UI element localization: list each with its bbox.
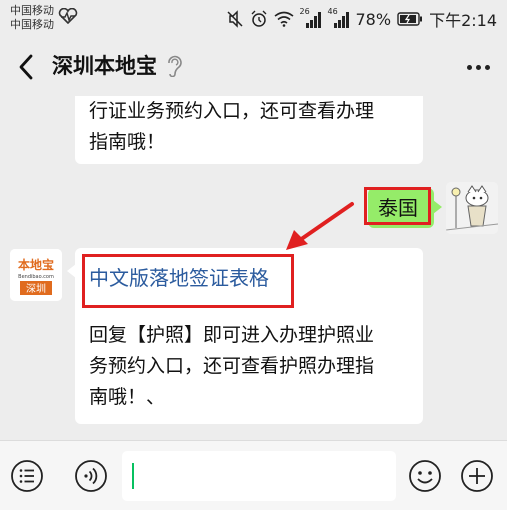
signal-2: 46 [328,7,350,28]
emoji-icon[interactable] [408,459,442,493]
user-avatar[interactable] [446,182,498,234]
message-1-line-1: 行证业务预约入口，还可查看办理 [89,100,375,122]
ear-icon [168,55,182,77]
back-icon[interactable] [14,52,40,82]
menu-list-icon[interactable] [10,459,44,493]
carrier-1: 中国移动 [10,4,54,17]
user-avatar-illustration [446,182,498,234]
wifi-icon [274,11,293,27]
signal-bars-icon [333,12,349,28]
page-title: 深圳本地宝 [52,54,157,78]
mute-icon [226,10,243,28]
status-icons: 26 46 78% 下午2:14 [226,7,497,30]
message-bubble-1: 行证业务预约入口，还可查看办理 指南哦！ [75,96,423,164]
status-bar: 中国移动 中国移动 26 46 78% 下午2:14 [0,0,507,38]
battery-icon [397,12,423,26]
svg-text:Bendibao.com: Bendibao.com [18,274,54,280]
highlight-box-link [82,254,294,308]
clock: 下午2:14 [429,11,497,30]
chat-header: 深圳本地宝 [0,38,507,96]
message-2-body: 回复【护照】即可进入办理护照业 务预约入口，还可查看护照办理指 南哦！、 [89,320,414,413]
message-2-line-1: 回复【护照】即可进入办理护照业 [89,324,375,346]
text-caret [132,463,134,489]
input-bar [0,440,507,510]
bendibao-logo: 本地宝 Bendibao.com 深圳 [10,249,62,301]
carrier-info: 中国移动 中国移动 [10,4,54,32]
highlight-box-reply [364,187,431,225]
voice-icon[interactable] [74,459,108,493]
message-2-line-2: 务预约入口，还可查看护照办理指 [89,355,375,377]
svg-text:本地宝: 本地宝 [18,257,54,272]
message-2-line-3: 南哦！、 [89,386,166,408]
carrier-2: 中国移动 [10,18,54,31]
alarm-icon [251,10,266,27]
bot-avatar[interactable]: 本地宝 Bendibao.com 深圳 [10,249,62,301]
battery-percent: 78% [355,9,392,29]
more-icon[interactable] [463,52,493,82]
plus-icon[interactable] [460,459,494,493]
chat-area[interactable]: 行证业务预约入口，还可查看办理 指南哦！ 泰国 本地宝 Bendibao.com… [0,96,507,440]
signal-bars-icon [305,12,321,28]
svg-text:深圳: 深圳 [26,283,46,295]
signal-1: 26 [300,7,322,28]
message-1-line-2: 指南哦！ [89,131,166,153]
message-input[interactable] [122,451,396,501]
health-icon [58,8,78,24]
annotation-arrow [286,202,354,250]
